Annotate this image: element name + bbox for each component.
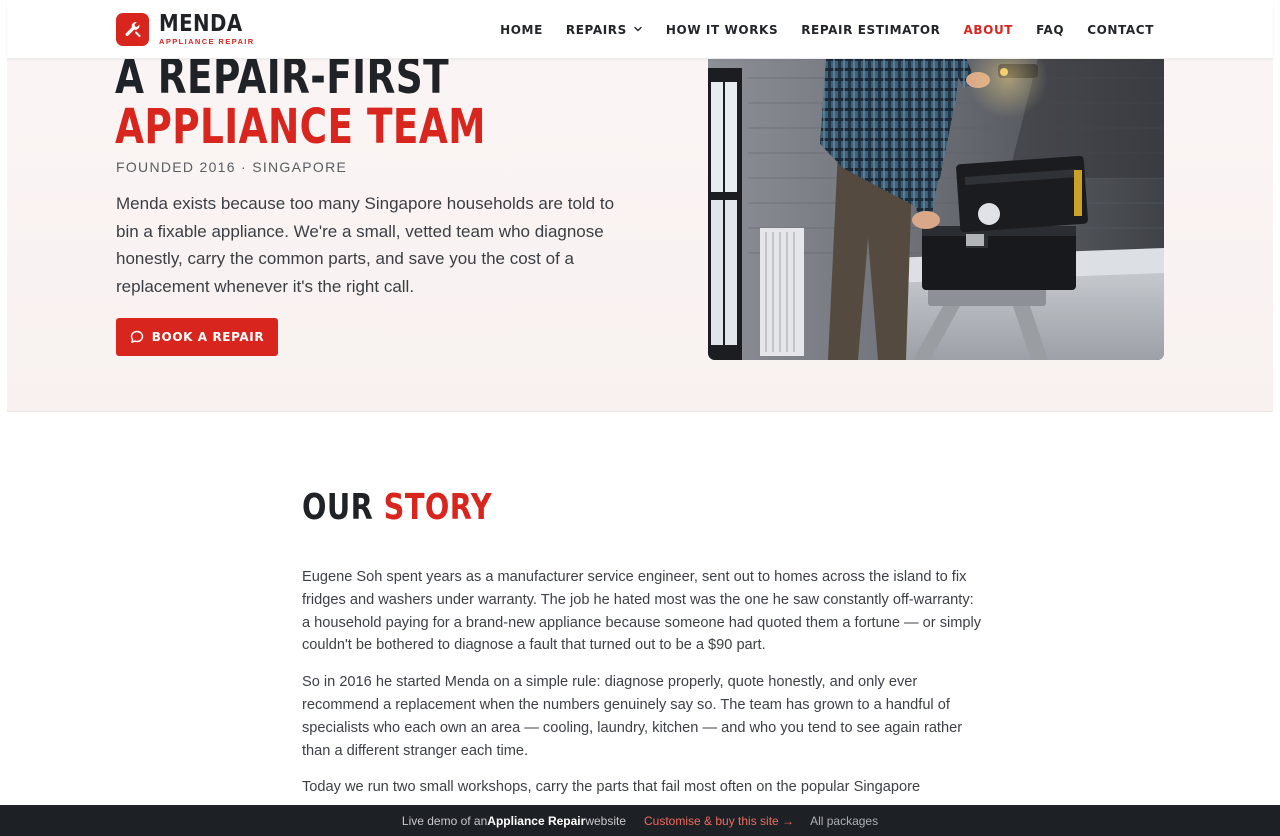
story-paragraph: Eugene Soh spent years as a manufacturer… xyxy=(302,569,982,654)
story-heading-accent: STORY xyxy=(383,487,493,528)
nav-repairs-label: REPAIRS xyxy=(565,22,627,37)
main-nav: HOME REPAIRS HOW IT WORKS REPAIR ESTIMAT… xyxy=(477,0,1154,59)
technician-photo xyxy=(708,58,1164,360)
story-paragraph: Today we run two small workshops, carry … xyxy=(302,779,921,796)
demo-banner: Live demo of an Appliance Repair website… xyxy=(0,805,1280,836)
brand-logo[interactable]: MENDA APPLIANCE REPAIR xyxy=(116,13,256,46)
story-heading-main: OUR xyxy=(302,487,384,528)
hero-description: Menda exists because too many Singapore … xyxy=(116,194,615,296)
nav-about[interactable]: ABOUT xyxy=(964,23,1014,37)
demo-suffix: website xyxy=(585,813,626,828)
demo-site-type: Appliance Repair xyxy=(487,813,586,828)
site-header: MENDA APPLIANCE REPAIR HOME REPAIRS HOW … xyxy=(7,0,1273,59)
nav-home[interactable]: HOME xyxy=(500,23,543,37)
chat-bubble-icon xyxy=(130,330,144,344)
nav-contact[interactable]: CONTACT xyxy=(1087,23,1154,37)
story-paragraph: So in 2016 he started Menda on a simple … xyxy=(302,674,963,759)
nav-repair-estimator[interactable]: REPAIR ESTIMATOR xyxy=(801,23,940,37)
hero-title-accent: APPLIANCE TEAM xyxy=(115,99,486,155)
brand-tagline: APPLIANCE REPAIR xyxy=(159,37,255,47)
nav-how-it-works[interactable]: HOW IT WORKS xyxy=(666,23,778,37)
book-repair-label: BOOK A REPAIR xyxy=(151,330,265,344)
hero-title: A REPAIR-FIRST APPLIANCE TEAM xyxy=(115,52,677,152)
nav-repairs[interactable]: REPAIRS xyxy=(566,23,643,37)
all-packages-link[interactable]: All packages xyxy=(810,814,878,828)
chevron-down-icon xyxy=(633,23,643,37)
book-repair-button[interactable]: BOOK A REPAIR xyxy=(116,318,278,356)
hero-section: A REPAIR-FIRST APPLIANCE TEAM FOUNDED 20… xyxy=(7,0,1273,412)
wrench-logo-icon xyxy=(116,13,149,46)
nav-faq[interactable]: FAQ xyxy=(1036,23,1064,37)
brand-name: MENDA xyxy=(159,11,243,38)
founded-meta: FOUNDED 2016 · SINGAPORE xyxy=(116,159,348,175)
demo-prefix: Live demo of an xyxy=(401,813,488,828)
story-body: Eugene Soh spent years as a manufacturer… xyxy=(302,566,982,813)
customise-buy-link[interactable]: Customise & buy this site → xyxy=(644,814,794,828)
story-heading: OUR STORY xyxy=(302,487,492,528)
